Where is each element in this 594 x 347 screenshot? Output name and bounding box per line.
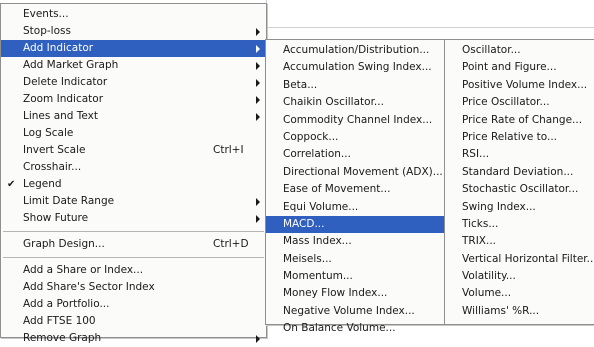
menu-item-add-market-graph[interactable]: Add Market Graph: [1, 57, 266, 74]
indicator-item-positive-volume-index[interactable]: Positive Volume Index...: [445, 77, 594, 94]
menu-item-crosshair[interactable]: Crosshair...: [1, 159, 266, 176]
indicator-item-volume[interactable]: Volume...: [445, 285, 594, 302]
menu-item-add-share-s-sector-index[interactable]: Add Share's Sector Index: [1, 279, 266, 296]
indicator-item-point-and-figure[interactable]: Point and Figure...: [445, 59, 594, 76]
add-indicator-submenu-col1: Accumulation/Distribution... Accumulation…: [265, 39, 445, 334]
indicator-item-equi-volume[interactable]: Equi Volume...: [266, 199, 444, 216]
indicator-item-accumulation-swing-index[interactable]: Accumulation Swing Index...: [266, 59, 444, 76]
menu-item-log-scale[interactable]: Log Scale: [1, 125, 266, 142]
submenu-arrow-icon: [256, 335, 260, 343]
menu-item-limit-date-range[interactable]: Limit Date Range: [1, 193, 266, 210]
submenu-arrow-icon: [256, 45, 260, 53]
menu-item-label: Delete Indicator: [23, 76, 108, 88]
menu-item-graph-design[interactable]: Graph Design... Ctrl+D: [1, 236, 266, 253]
indicator-item-price-rate-of-change[interactable]: Price Rate of Change...: [445, 112, 594, 129]
indicator-item-trix[interactable]: TRIX...: [445, 233, 594, 250]
divider: [266, 27, 594, 28]
indicator-item-on-balance-volume[interactable]: On Balance Volume...: [266, 320, 444, 337]
menu-item-label: Legend: [23, 178, 62, 190]
graph-area-header: [266, 0, 594, 38]
indicator-item-money-flow-index[interactable]: Money Flow Index...: [266, 285, 444, 302]
menu-item-label: Add FTSE 100: [23, 315, 96, 327]
indicator-item-price-oscillator[interactable]: Price Oscillator...: [445, 94, 594, 111]
indicator-item-price-relative-to[interactable]: Price Relative to...: [445, 129, 594, 146]
indicator-item-beta[interactable]: Beta...: [266, 77, 444, 94]
menu-item-remove-graph[interactable]: Remove Graph: [1, 330, 266, 347]
indicator-item-correlation[interactable]: Correlation...: [266, 146, 444, 163]
indicator-item-coppock[interactable]: Coppock...: [266, 129, 444, 146]
menu-item-legend[interactable]: Legend ✔: [1, 176, 266, 193]
graph-context-menu: Events... Stop-loss Add Indicator Add Marke…: [0, 3, 267, 344]
menu-item-label: Limit Date Range: [23, 195, 115, 207]
menu-item-label: Add Indicator: [23, 42, 94, 54]
submenu-arrow-icon: [256, 62, 260, 70]
menu-item-delete-indicator[interactable]: Delete Indicator: [1, 74, 266, 91]
indicator-item-accumulation-distribution[interactable]: Accumulation/Distribution...: [266, 42, 444, 59]
submenu-arrow-icon: [256, 96, 260, 104]
menu-item-lines-and-text[interactable]: Lines and Text: [1, 108, 266, 125]
menu-item-show-future[interactable]: Show Future: [1, 210, 266, 227]
menu-item-label: Add Share's Sector Index: [23, 281, 155, 293]
menu-item-zoom-indicator[interactable]: Zoom Indicator: [1, 91, 266, 108]
indicator-item-williams-r[interactable]: Williams' %R...: [445, 303, 594, 320]
indicator-item-chaikin-oscillator[interactable]: Chaikin Oscillator...: [266, 94, 444, 111]
submenu-arrow-icon: [256, 198, 260, 206]
indicator-item-macd[interactable]: MACD...: [266, 215, 444, 234]
indicator-item-commodity-channel-index[interactable]: Commodity Channel Index...: [266, 112, 444, 129]
menu-item-label: Graph Design...: [23, 238, 105, 250]
indicator-item-rsi[interactable]: RSI...: [445, 146, 594, 163]
indicator-item-ease-of-movement[interactable]: Ease of Movement...: [266, 181, 444, 198]
menu-item-label: Crosshair...: [23, 161, 82, 173]
indicator-item-mass-index[interactable]: Mass Index...: [266, 233, 444, 250]
menu-item-label: Events...: [23, 8, 69, 20]
indicator-item-swing-index[interactable]: Swing Index...: [445, 199, 594, 216]
menu-item-label: Remove Graph: [23, 332, 102, 344]
menu-item-label: Lines and Text: [23, 110, 99, 122]
submenu-arrow-icon: [256, 79, 260, 87]
menu-item-label: Add Market Graph: [23, 59, 119, 71]
indicator-item-standard-deviation[interactable]: Standard Deviation...: [445, 164, 594, 181]
menu-item-add-indicator[interactable]: Add Indicator: [1, 40, 266, 57]
indicator-item-meisels[interactable]: Meisels...: [266, 251, 444, 268]
submenu-arrow-icon: [256, 28, 260, 36]
menu-item-label: Invert Scale: [23, 144, 86, 156]
indicator-item-momentum[interactable]: Momentum...: [266, 268, 444, 285]
shortcut-label: Ctrl+I: [213, 144, 244, 156]
indicator-item-ticks[interactable]: Ticks...: [445, 216, 594, 233]
menu-item-label: Zoom Indicator: [23, 93, 104, 105]
add-indicator-submenu-col2: Oscillator... Point and Figure... Positive…: [444, 39, 594, 325]
menu-item-add-ftse-100[interactable]: Add FTSE 100: [1, 313, 266, 330]
submenu-arrow-icon: [256, 215, 260, 223]
menu-item-stop-loss[interactable]: Stop-loss: [1, 23, 266, 40]
menu-item-add-a-portfolio[interactable]: Add a Portfolio...: [1, 296, 266, 313]
menu-item-add-a-share-or-index[interactable]: Add a Share or Index...: [1, 262, 266, 279]
indicator-item-stochastic-oscillator[interactable]: Stochastic Oscillator...: [445, 181, 594, 198]
menu-item-events[interactable]: Events...: [1, 6, 266, 23]
indicator-item-volatility[interactable]: Volatility...: [445, 268, 594, 285]
menu-separator: [3, 257, 264, 258]
menu-item-label: Show Future: [23, 212, 89, 224]
indicator-item-oscillator[interactable]: Oscillator...: [445, 42, 594, 59]
menu-item-label: Log Scale: [23, 127, 74, 139]
menu-separator: [3, 231, 264, 232]
shortcut-label: Ctrl+D: [213, 238, 249, 250]
indicator-item-directional-movement-adx[interactable]: Directional Movement (ADX)...: [266, 164, 444, 181]
indicator-item-negative-volume-index[interactable]: Negative Volume Index...: [266, 303, 444, 320]
indicator-item-vertical-horizontal-filter[interactable]: Vertical Horizontal Filter...: [445, 251, 594, 268]
menu-item-label: Add a Portfolio...: [23, 298, 110, 310]
menu-item-label: Add a Share or Index...: [23, 264, 144, 276]
submenu-arrow-icon: [256, 113, 260, 121]
menu-item-label: Stop-loss: [23, 25, 71, 37]
menu-item-invert-scale[interactable]: Invert Scale Ctrl+I: [1, 142, 266, 159]
checkmark-icon: ✔: [7, 179, 16, 190]
